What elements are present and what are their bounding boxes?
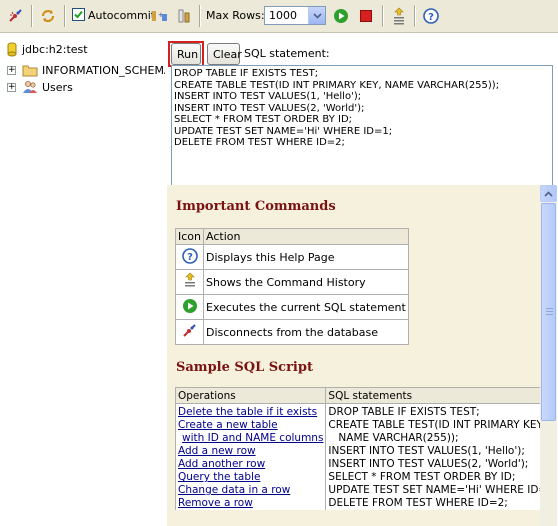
table-row: Remove a row DELETE FROM TEST WHERE ID=2; bbox=[174, 497, 540, 510]
sample-link[interactable]: Delete the table if it exists bbox=[178, 406, 317, 418]
query-panel: Run Clear SQL statement: DROP TABLE IF E… bbox=[165, 34, 558, 526]
sample-sql: DROP TABLE IF EXISTS TEST; bbox=[325, 403, 540, 419]
command-action: Executes the current SQL statement bbox=[203, 294, 409, 320]
commands-table: Icon Action ? Displays this Help Page Sh… bbox=[175, 228, 409, 345]
stop-icon[interactable] bbox=[356, 6, 376, 26]
refresh-icon[interactable] bbox=[38, 6, 58, 26]
sql-line: INSERT INTO TEST VALUES(2, 'World'); bbox=[174, 102, 365, 114]
sql-line: UPDATE TEST SET NAME='Hi' WHERE ID=1; bbox=[174, 125, 393, 137]
sql-statement-label: SQL statement: bbox=[244, 47, 330, 60]
svg-text:?: ? bbox=[428, 12, 434, 23]
expand-icon[interactable]: + bbox=[7, 66, 16, 75]
table-header: Action bbox=[203, 228, 409, 245]
sample-sql: INSERT INTO TEST VALUES(2, 'World'); bbox=[325, 458, 540, 471]
table-header: Operations bbox=[174, 387, 327, 404]
sample-link[interactable]: Change data in a row bbox=[178, 484, 290, 496]
sample-sql: CREATE TABLE TEST(ID INT PRIMARY KEY, bbox=[325, 419, 540, 432]
sql-line: DELETE FROM TEST WHERE ID=2; bbox=[174, 137, 345, 148]
sql-line: CREATE TABLE TEST(ID INT PRIMARY KEY, NA… bbox=[174, 79, 500, 91]
table-row: Disconnects from the database bbox=[175, 319, 409, 345]
run-icon bbox=[182, 298, 197, 313]
sample-sql: DELETE FROM TEST WHERE ID=2; bbox=[325, 497, 540, 510]
toolbar-separator bbox=[414, 5, 415, 27]
sample-sql-table: Operations SQL statements Delete the tab… bbox=[174, 387, 540, 510]
database-icon bbox=[7, 42, 17, 57]
history-icon[interactable] bbox=[389, 6, 409, 26]
sample-link[interactable]: with ID and NAME columns bbox=[182, 432, 323, 444]
auto-select-icon[interactable] bbox=[174, 6, 194, 26]
help-icon[interactable]: ? bbox=[421, 6, 441, 26]
table-row: Delete the table if it exists DROP TABLE … bbox=[174, 403, 540, 419]
table-row: ? Displays this Help Page bbox=[175, 244, 409, 270]
toolbar-separator bbox=[199, 5, 200, 27]
table-row: Add a new row INSERT INTO TEST VALUES(1, … bbox=[174, 445, 540, 458]
schema-tree: jdbc:h2:test + INFORMATION_SCHEMA + User… bbox=[0, 34, 172, 526]
disconnect-icon bbox=[182, 323, 196, 337]
important-commands-heading: Important Commands bbox=[176, 199, 336, 214]
svg-text:?: ? bbox=[187, 252, 193, 263]
max-rows-value: 1000 bbox=[269, 9, 297, 22]
sample-sql: INSERT INTO TEST VALUES(1, 'Hello'); bbox=[325, 445, 540, 458]
table-row: Query the table SELECT * FROM TEST ORDER … bbox=[174, 471, 540, 484]
toolbar-separator bbox=[31, 5, 32, 27]
history-icon bbox=[184, 272, 195, 286]
table-row: Shows the Command History bbox=[175, 269, 409, 295]
command-action: Displays this Help Page bbox=[203, 244, 409, 270]
command-action: Disconnects from the database bbox=[203, 319, 409, 345]
table-row: Executes the current SQL statement bbox=[175, 294, 409, 320]
command-action: Shows the Command History bbox=[203, 269, 409, 295]
scrollbar-thumb[interactable] bbox=[541, 203, 556, 421]
sql-editor[interactable]: DROP TABLE IF EXISTS TEST; CREATE TABLE … bbox=[171, 65, 553, 192]
tree-item-label: INFORMATION_SCHEMA bbox=[42, 64, 172, 77]
connection-label: jdbc:h2:test bbox=[22, 43, 88, 56]
vertical-scrollbar[interactable] bbox=[540, 185, 557, 526]
folder-icon bbox=[22, 65, 38, 77]
users-icon bbox=[23, 81, 37, 93]
auto-complete-icon[interactable]: + bbox=[150, 6, 170, 26]
table-header: SQL statements bbox=[325, 387, 540, 404]
max-rows-label: Max Rows: bbox=[206, 9, 265, 22]
autocommit-checkbox[interactable] bbox=[72, 8, 85, 21]
sample-link[interactable]: Add another row bbox=[178, 458, 265, 470]
table-row: Create a new table CREATE TABLE TEST(ID I… bbox=[174, 419, 540, 432]
chevron-down-icon[interactable] bbox=[308, 7, 325, 24]
disconnect-icon[interactable] bbox=[6, 6, 26, 26]
sample-sql: UPDATE TEST SET NAME='Hi' WHERE ID=1; bbox=[325, 484, 540, 497]
sql-line: SELECT * FROM TEST ORDER BY ID; bbox=[174, 114, 353, 125]
clear-button[interactable]: Clear bbox=[207, 43, 242, 65]
table-row: with ID and NAME columns NAME VARCHAR(25… bbox=[174, 432, 540, 445]
expand-icon[interactable]: + bbox=[7, 83, 16, 92]
sample-link[interactable]: Add a new row bbox=[178, 445, 256, 457]
help-icon: ? bbox=[181, 247, 198, 264]
toolbar: Autocommit + Max Rows: 1000 ? bbox=[0, 0, 558, 33]
autocommit-label: Autocommit bbox=[88, 9, 156, 22]
scroll-up-icon[interactable] bbox=[540, 185, 557, 202]
tree-item-label: Users bbox=[42, 81, 73, 94]
help-panel: Important Commands Icon Action ? Display… bbox=[167, 185, 540, 526]
sample-sql: SELECT * FROM TEST ORDER BY ID; bbox=[325, 471, 540, 484]
max-rows-select[interactable]: 1000 bbox=[264, 6, 326, 25]
sample-link[interactable]: Create a new table bbox=[178, 419, 278, 431]
table-row: Change data in a row UPDATE TEST SET NAME… bbox=[174, 484, 540, 497]
toolbar-separator bbox=[64, 5, 65, 27]
sample-link[interactable]: Query the table bbox=[178, 471, 260, 483]
run-icon[interactable] bbox=[331, 6, 351, 26]
sql-line: DROP TABLE IF EXISTS TEST; bbox=[174, 68, 319, 79]
sample-sql-heading: Sample SQL Script bbox=[176, 360, 313, 375]
run-button[interactable]: Run bbox=[171, 43, 201, 65]
toolbar-separator bbox=[382, 5, 383, 27]
sample-link[interactable]: Remove a row bbox=[178, 497, 253, 509]
sample-sql: NAME VARCHAR(255)); bbox=[325, 432, 540, 445]
sql-line: INSERT INTO TEST VALUES(1, 'Hello'); bbox=[174, 91, 362, 102]
table-row: Add another row INSERT INTO TEST VALUES(2… bbox=[174, 458, 540, 471]
table-header: Icon bbox=[175, 228, 204, 245]
